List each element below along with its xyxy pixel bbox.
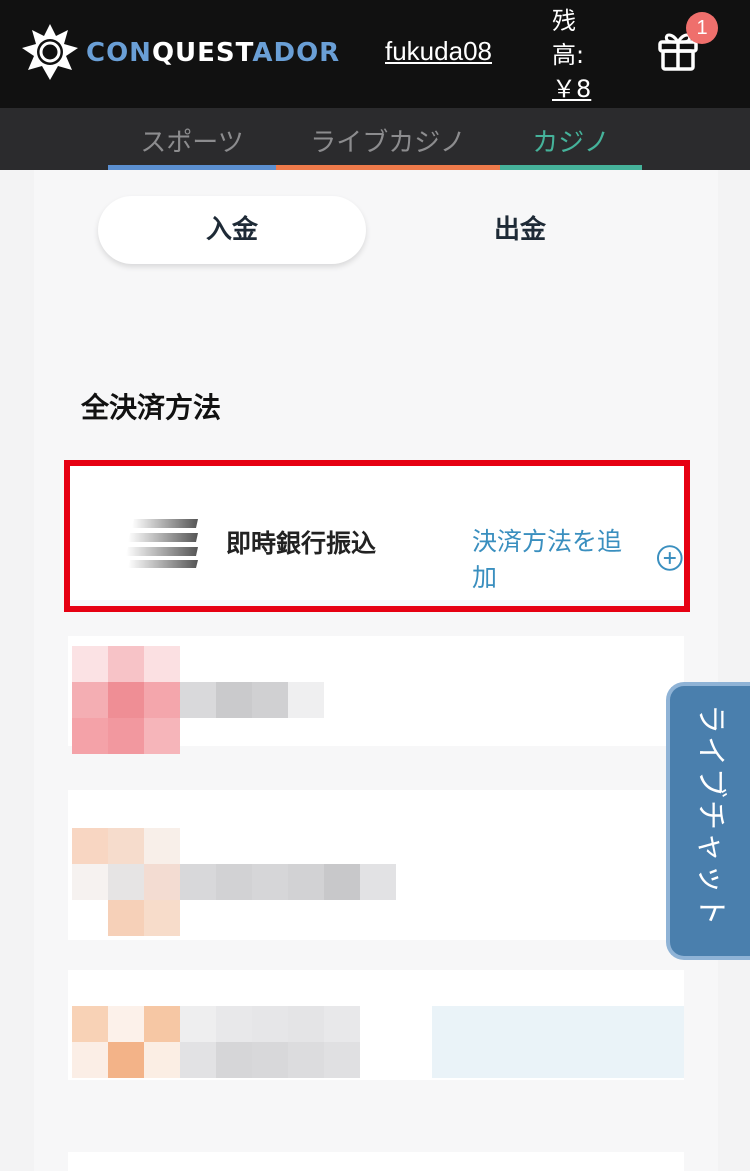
pixelated-logo [72, 718, 108, 754]
pixelated-text [288, 682, 324, 718]
payment-method-obscured[interactable] [68, 636, 684, 754]
category-nav: スポーツ ライブカジノ カジノ [0, 108, 750, 170]
pixelated-text [180, 1042, 216, 1078]
live-chat-label: ライブチャット [693, 704, 728, 928]
pixelated-logo [144, 900, 180, 936]
pixelated-logo [108, 900, 144, 936]
pixelated-text [216, 682, 252, 718]
pixelated-text [180, 682, 216, 718]
payment-content: 入金 出金 全決済方法 即時銀行振込 決済方法を追加 [34, 170, 718, 1171]
pixelated-logo [108, 682, 144, 718]
pixelated-logo [108, 718, 144, 754]
nav-item-casino[interactable]: カジノ [500, 108, 642, 170]
payment-method-obscured [68, 1152, 684, 1171]
payment-tabs: 入金 出金 [98, 196, 654, 264]
highlight-frame [64, 460, 690, 612]
nav-item-label: ライブカジノ [310, 128, 466, 158]
pixelated-logo [108, 1006, 144, 1042]
nav-item-sports[interactable]: スポーツ [108, 108, 276, 170]
pixelated-logo [108, 646, 144, 682]
payment-method-obscured[interactable] [68, 790, 684, 940]
pixelated-text [252, 1042, 288, 1078]
pixelated-text [252, 682, 288, 718]
pixelated-text [252, 1006, 288, 1042]
nav-item-label: スポーツ [140, 128, 244, 158]
app-header: CONQUESTADOR fukuda08 残高: ￥8 1 [0, 0, 750, 108]
nav-item-label: カジノ [532, 128, 610, 158]
tab-withdraw[interactable]: 出金 [386, 196, 654, 264]
section-title: 全決済方法 [81, 391, 222, 424]
pixelated-text [288, 1042, 324, 1078]
payment-method-obscured[interactable] [68, 970, 684, 1080]
pixelated-logo [72, 646, 108, 682]
logo[interactable]: CONQUESTADOR [20, 22, 340, 84]
pixelated-text [216, 1042, 252, 1078]
pixelated-logo [144, 864, 180, 900]
pixelated-logo [144, 646, 180, 682]
pixelated-text [180, 864, 216, 900]
pixelated-logo [144, 1042, 180, 1078]
pixelated-logo [72, 1042, 108, 1078]
pixelated-text [216, 864, 252, 900]
pixelated-text [324, 1042, 360, 1078]
nav-item-live-casino[interactable]: ライブカジノ [276, 108, 500, 170]
pixelated-text [288, 864, 324, 900]
pixelated-logo [108, 828, 144, 864]
pixelated-logo [144, 718, 180, 754]
username-link[interactable]: fukuda08 [385, 36, 492, 67]
gift-badge: 1 [686, 12, 718, 44]
pixelated-text [216, 1006, 252, 1042]
pixelated-text [360, 864, 396, 900]
balance-label: 残高: [552, 7, 585, 69]
pixelated-action [432, 1006, 684, 1078]
pixelated-text [324, 1006, 360, 1042]
pixelated-logo [144, 828, 180, 864]
pixelated-logo [108, 864, 144, 900]
pixelated-logo [72, 682, 108, 718]
pixelated-logo [72, 828, 108, 864]
balance-amount: ￥8 [552, 75, 592, 103]
pixelated-logo [72, 1006, 108, 1042]
pixelated-text [180, 1006, 216, 1042]
pixelated-logo [72, 864, 108, 900]
balance-display[interactable]: 残高: ￥8 [552, 4, 592, 106]
pixelated-logo [144, 682, 180, 718]
pixelated-text [324, 864, 360, 900]
compass-logo-icon [22, 24, 78, 80]
logo-text: CONQUESTADOR [86, 38, 341, 68]
pixelated-text [252, 864, 288, 900]
tab-deposit[interactable]: 入金 [98, 196, 366, 264]
pixelated-text [288, 1006, 324, 1042]
pixelated-logo [108, 1042, 144, 1078]
live-chat-button[interactable]: ライブチャット [666, 682, 750, 960]
pixelated-logo [144, 1006, 180, 1042]
